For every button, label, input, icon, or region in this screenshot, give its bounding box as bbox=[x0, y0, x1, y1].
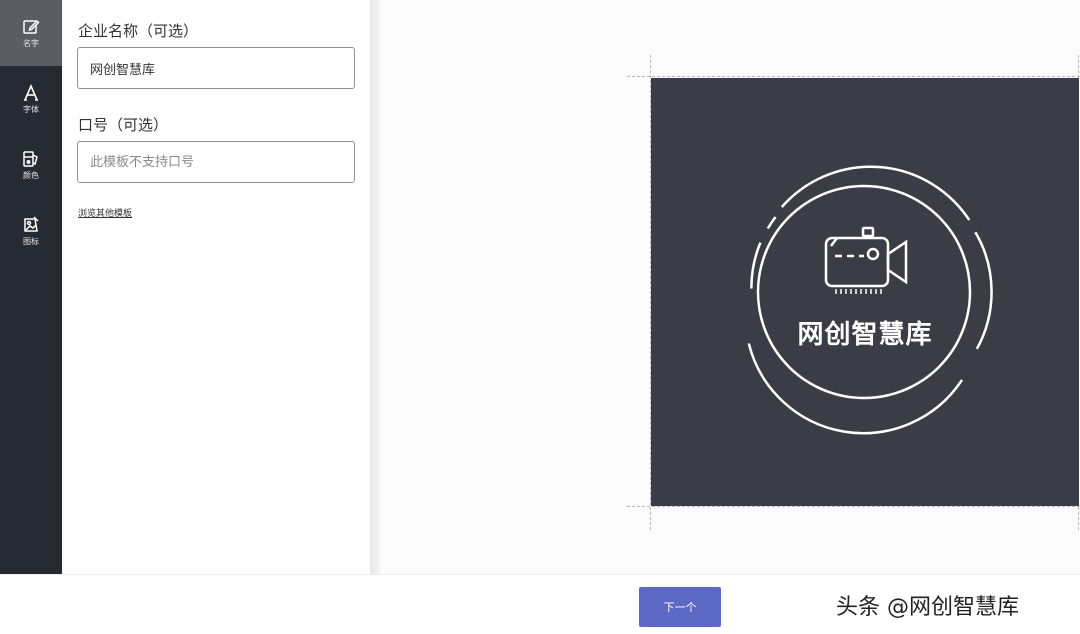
panel-divider bbox=[370, 0, 380, 574]
sidebar-item-color[interactable]: 颜色 bbox=[0, 132, 62, 198]
color-icon bbox=[23, 151, 38, 167]
font-icon bbox=[24, 84, 38, 101]
sidebar-item-icon[interactable]: 图标 bbox=[0, 198, 62, 264]
sidebar: 名字 字体 颜色 图标 bbox=[0, 0, 62, 574]
video-camera-icon bbox=[824, 226, 908, 288]
sidebar-item-label: 图标 bbox=[23, 237, 39, 246]
logo-company-name: 网创智慧库 bbox=[797, 320, 933, 350]
sidebar-item-label: 名字 bbox=[23, 39, 39, 48]
image-icon bbox=[24, 216, 39, 232]
sidebar-item-label: 字体 bbox=[23, 105, 39, 114]
guide-line-top bbox=[627, 76, 1080, 77]
logo-maker-app: 名字 字体 颜色 图标 企业名称（可选） 网创智慧库 口号（可选） 此模板不支持… bbox=[0, 0, 1080, 634]
sidebar-item-font[interactable]: 字体 bbox=[0, 66, 62, 132]
sidebar-item-label: 颜色 bbox=[23, 171, 39, 180]
watermark-text: 头条 @网创智慧库 bbox=[836, 595, 1019, 620]
next-button[interactable]: 下一个 bbox=[639, 587, 721, 627]
browse-templates-link[interactable]: 浏览其他模板 bbox=[78, 206, 132, 219]
footer-bar: 下一个 头条 @网创智慧库 bbox=[0, 574, 1080, 634]
slogan-label: 口号（可选） bbox=[78, 116, 169, 134]
company-name-label: 企业名称（可选） bbox=[78, 22, 199, 40]
logo-preview[interactable]: 网创智慧库 bbox=[651, 78, 1079, 506]
company-name-input[interactable] bbox=[77, 47, 355, 89]
edit-icon bbox=[23, 19, 40, 34]
logo-emblem bbox=[747, 165, 993, 435]
slogan-input[interactable] bbox=[77, 141, 355, 183]
sidebar-item-name[interactable]: 名字 bbox=[0, 0, 62, 66]
guide-line-bottom bbox=[627, 506, 1080, 507]
form-panel: 企业名称（可选） 口号（可选） 浏览其他模板 bbox=[62, 0, 370, 574]
